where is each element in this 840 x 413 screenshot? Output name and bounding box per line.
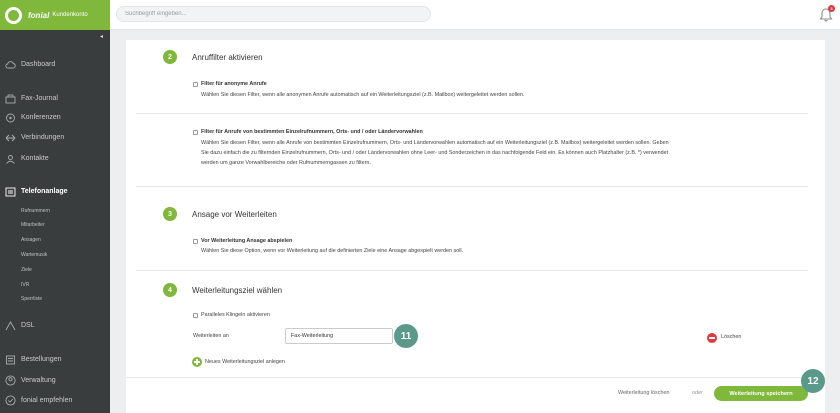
forward-to-label: Weiterleiten an <box>193 333 229 339</box>
sidebar-item-kontakte[interactable]: Kontakte <box>5 153 49 164</box>
or-text: oder <box>692 390 703 396</box>
number-filter-checkbox[interactable] <box>193 130 198 135</box>
callout-marker: 11 <box>394 324 418 348</box>
step-2-badge: 2 <box>163 50 177 64</box>
add-icon[interactable] <box>192 357 202 367</box>
section-title-ansage: Ansage vor Weiterleiten <box>192 210 277 219</box>
phone-system-icon <box>5 186 16 197</box>
sidebar-item-verwaltung[interactable]: Verwaltung <box>5 375 56 386</box>
sidebar-item-verbindungen[interactable]: Verbindungen <box>5 132 64 143</box>
dsl-icon <box>5 320 16 331</box>
parallel-ringing-checkbox[interactable] <box>193 313 198 318</box>
number-filter-description-line: Wählen Sie diesen Filter, wenn alle Anru… <box>201 140 669 146</box>
sidebar-subitem-wartemusik[interactable]: Wartemusik <box>21 252 47 258</box>
section-title-weiterleitungsziel: Weiterleitungsziel wählen <box>192 286 283 295</box>
section-title-anruffilter: Anruffilter aktivieren <box>192 53 263 62</box>
announcement-checkbox[interactable] <box>193 239 198 244</box>
announcement-description: Wählen Sie diese Option, wenn vor Weiter… <box>201 248 464 254</box>
sidebar-item-label: Konferenzen <box>21 114 61 121</box>
sidebar-item-dsl[interactable]: DSL <box>5 320 35 331</box>
sidebar-item-label: Verwaltung <box>21 377 56 384</box>
sidebar-subitem-mitarbeiter[interactable]: Mitarbeiter <box>21 222 45 228</box>
sidebar-item-label: DSL <box>21 322 35 329</box>
sidebar-item-konferenzen[interactable]: Konferenzen <box>5 112 61 123</box>
number-filter-description-line: Sie dazu einfach die zu filternden Einze… <box>201 150 669 156</box>
notification-bell-icon[interactable]: 3 <box>819 5 835 23</box>
sidebar-subitem-ziele[interactable]: Ziele <box>21 267 32 273</box>
sidebar: ◂ Dashboard Fax-Journal Konferenzen Verb… <box>0 30 110 413</box>
anonymous-filter-description: Wählen Sie diesen Filter, wenn alle anon… <box>201 92 525 98</box>
sidebar-item-label: Verbindungen <box>21 134 65 141</box>
recommend-icon <box>5 395 16 406</box>
sidebar-item-label: Dashboard <box>21 61 56 68</box>
search-input[interactable] <box>116 6 431 22</box>
fax-icon <box>5 93 16 104</box>
delete-forwarding-link[interactable]: Weiterleitung löschen <box>618 390 669 396</box>
contacts-icon <box>5 153 16 164</box>
sidebar-item-fonial-empfehlen[interactable]: fonial empfehlen <box>5 395 72 406</box>
fonial-logo-icon <box>5 6 22 24</box>
brand-logo-area[interactable]: fonial Kundenkonto <box>0 0 110 30</box>
sidebar-subitem-sperrliste[interactable]: Sperrliste <box>21 296 42 302</box>
sidebar-item-fax-journal[interactable]: Fax-Journal <box>5 93 58 104</box>
save-forwarding-button[interactable]: Weiterleitung speichern <box>714 386 808 401</box>
section-divider <box>136 113 808 114</box>
anonymous-filter-title: Filter für anonyme Anrufe <box>201 81 267 87</box>
notification-badge: 3 <box>828 5 835 12</box>
delete-icon[interactable] <box>707 333 717 343</box>
sidebar-subitem-ivr[interactable]: IVR <box>21 282 29 288</box>
brand-name: fonial <box>28 10 50 20</box>
section-divider <box>136 186 808 187</box>
conference-icon <box>5 112 16 123</box>
sidebar-item-label: Bestellungen <box>21 356 62 363</box>
sidebar-item-label: Kontakte <box>21 155 49 162</box>
sidebar-collapse-icon[interactable]: ◂ <box>100 33 103 40</box>
sidebar-subitem-rufnummern[interactable]: Rufnummern <box>21 208 50 214</box>
orders-icon <box>5 354 16 365</box>
sidebar-item-label: Fax-Journal <box>21 95 58 102</box>
step-3-badge: 3 <box>163 207 177 221</box>
step-4-badge: 4 <box>163 283 177 297</box>
footer-divider <box>126 377 825 378</box>
callout-marker: 12 <box>801 369 825 393</box>
section-divider <box>136 270 808 271</box>
brand-suffix: Kundenkonto <box>52 12 88 18</box>
sidebar-subitem-ansagen[interactable]: Ansagen <box>21 237 41 243</box>
parallel-ringing-label: Paralleles Klingeln aktivieren <box>201 312 270 318</box>
number-filter-title: Filter für Anrufe von bestimmten Einzelr… <box>201 129 423 135</box>
announcement-title: Vor Weiterleitung Ansage abspielen <box>201 238 293 244</box>
forward-target-input[interactable] <box>285 328 393 344</box>
number-filter-description-line: werden um ganze Vorwahlbereiche oder Ruf… <box>201 160 371 166</box>
anonymous-filter-checkbox[interactable] <box>193 82 198 87</box>
sidebar-item-dashboard[interactable]: Dashboard <box>5 59 55 70</box>
add-forwarding-target-link[interactable]: Neues Weiterleitungsziel anlegen <box>205 359 285 365</box>
cloud-icon <box>5 59 16 70</box>
connections-icon <box>5 132 16 143</box>
top-header: fonial Kundenkonto 3 <box>0 0 840 30</box>
sidebar-item-telefonanlage[interactable]: Telefonanlage <box>5 186 68 197</box>
sidebar-item-label: fonial empfehlen <box>21 397 73 404</box>
user-icon <box>5 375 16 386</box>
delete-link[interactable]: Löschen <box>721 334 741 340</box>
sidebar-item-label: Telefonanlage <box>21 188 68 195</box>
sidebar-item-bestellungen[interactable]: Bestellungen <box>5 354 61 365</box>
